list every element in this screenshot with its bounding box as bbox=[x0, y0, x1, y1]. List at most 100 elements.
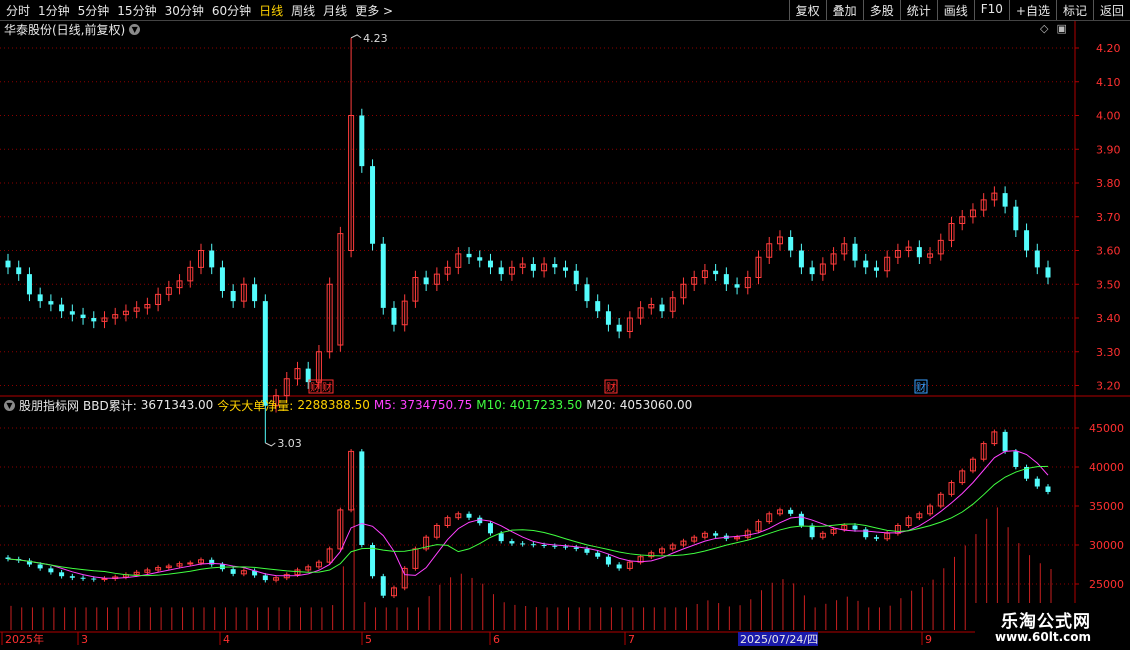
date-label: 9 bbox=[925, 633, 932, 646]
indicator-bar bbox=[262, 575, 268, 581]
indicator-bar: ▼ 股朋指标网 BBD累计: 3671343.00 今天大单净量: 2288388.… bbox=[4, 397, 692, 413]
indicator-bar bbox=[605, 556, 611, 565]
candle-body bbox=[230, 291, 236, 302]
candle-body bbox=[1002, 193, 1008, 207]
indicator-tick-label: 25000 bbox=[1089, 578, 1124, 591]
indicator-bar bbox=[584, 548, 590, 553]
indicator-bar bbox=[48, 568, 54, 573]
indicator-bar bbox=[520, 543, 526, 545]
indicator-bar bbox=[873, 537, 879, 539]
candle-body bbox=[530, 264, 536, 271]
indicator-bar bbox=[359, 451, 365, 545]
indicator-bar bbox=[713, 533, 719, 536]
date-label: 2025年 bbox=[5, 632, 44, 646]
indicator-bar bbox=[798, 513, 804, 526]
indicator-bar bbox=[466, 513, 472, 518]
date-label: 3 bbox=[81, 633, 88, 646]
indicator-bar bbox=[573, 547, 579, 549]
low-label: 3.03 bbox=[277, 437, 302, 450]
indicator-bar bbox=[487, 523, 493, 534]
indicator-bar bbox=[788, 509, 794, 514]
price-tick-label: 4.00 bbox=[1096, 110, 1121, 123]
candle-body bbox=[48, 301, 54, 305]
candle-body bbox=[91, 318, 97, 322]
candle-body bbox=[1024, 230, 1030, 251]
candle-body bbox=[26, 274, 32, 295]
indicator-bar bbox=[541, 545, 547, 546]
indicator-tick-label: 35000 bbox=[1089, 500, 1124, 513]
today-label: 今天大单净量: bbox=[217, 398, 294, 413]
indicator-bar bbox=[616, 564, 622, 569]
indicator-bar bbox=[809, 525, 815, 538]
candle-body bbox=[1013, 206, 1019, 231]
candle-body bbox=[16, 267, 22, 275]
indicator-bar bbox=[498, 533, 504, 542]
candle-body bbox=[252, 284, 258, 302]
price-tick-label: 3.60 bbox=[1096, 245, 1121, 258]
candle-body bbox=[809, 267, 815, 275]
indicator-bar bbox=[1013, 451, 1019, 467]
candle-body bbox=[659, 304, 665, 312]
indicator-bar bbox=[852, 525, 858, 530]
candle-body bbox=[391, 307, 397, 325]
candle-body bbox=[380, 243, 386, 308]
candle-body bbox=[1034, 250, 1040, 268]
indicator-bar bbox=[1034, 478, 1040, 487]
price-tick-label: 4.10 bbox=[1096, 76, 1121, 89]
candle-body bbox=[498, 267, 504, 275]
price-tick-label: 4.20 bbox=[1096, 42, 1121, 55]
indicator-bar bbox=[595, 552, 601, 557]
candle-body bbox=[5, 260, 11, 268]
indicator-bar bbox=[59, 572, 65, 577]
candle-body bbox=[359, 115, 365, 167]
candle-body bbox=[262, 301, 268, 406]
high-label: 4.23 bbox=[363, 32, 388, 45]
indicator-bar bbox=[380, 576, 386, 596]
event-marker: 财 bbox=[322, 381, 332, 394]
date-highlight: 2025/07/24/四 bbox=[740, 633, 818, 646]
indicator-tick-label: 45000 bbox=[1089, 422, 1124, 435]
indicator-bar bbox=[370, 545, 376, 577]
indicator-bar bbox=[230, 569, 236, 574]
indicator-bar bbox=[91, 578, 97, 580]
candle-body bbox=[916, 247, 922, 258]
indicator-tick-label: 30000 bbox=[1089, 539, 1124, 552]
candle-body bbox=[605, 311, 611, 325]
price-tick-label: 3.80 bbox=[1096, 177, 1121, 190]
candle-body bbox=[466, 253, 472, 258]
indicator-bar bbox=[101, 578, 108, 581]
m5-line bbox=[7, 450, 1049, 579]
candle-body bbox=[219, 267, 225, 291]
indicator-bar bbox=[69, 576, 75, 578]
date-label: 4 bbox=[223, 633, 230, 646]
candle-body bbox=[370, 166, 376, 244]
date-label: 6 bbox=[493, 633, 500, 646]
candle-body bbox=[573, 270, 579, 285]
candle-body bbox=[563, 267, 569, 271]
candle-body bbox=[873, 267, 879, 271]
date-label: 7 bbox=[628, 633, 635, 646]
price-tick-label: 3.70 bbox=[1096, 211, 1121, 224]
candle-body bbox=[69, 311, 75, 315]
candle-body bbox=[734, 284, 740, 288]
high-arrow bbox=[350, 34, 362, 39]
candle-body bbox=[595, 301, 601, 312]
indicator-bar bbox=[1002, 431, 1008, 452]
price-tick-label: 3.50 bbox=[1096, 278, 1121, 291]
candle-body bbox=[852, 243, 858, 261]
candle-body bbox=[584, 284, 590, 302]
kline-chart-svg: 4.20 4.10 4.00 3.90 3.80 3.70 3.60 3.50 3.40 3.30… bbox=[0, 21, 1130, 646]
brand-name: 乐淘公式网 bbox=[1001, 612, 1091, 632]
chevron-down-icon[interactable]: ▼ bbox=[4, 399, 15, 411]
brand-watermark: 乐淘公式网 www.60lt.com bbox=[975, 603, 1130, 650]
indicator-tick-label: 40000 bbox=[1089, 461, 1124, 474]
candle-body bbox=[423, 277, 429, 285]
candle-body bbox=[863, 260, 869, 268]
candle-body bbox=[80, 314, 86, 318]
candle-body bbox=[59, 304, 65, 312]
candle-body bbox=[209, 250, 215, 268]
m10-line bbox=[7, 465, 1049, 577]
event-marker: 财 bbox=[606, 381, 616, 394]
indicator-bar bbox=[1045, 486, 1051, 492]
candle-body bbox=[37, 294, 43, 302]
